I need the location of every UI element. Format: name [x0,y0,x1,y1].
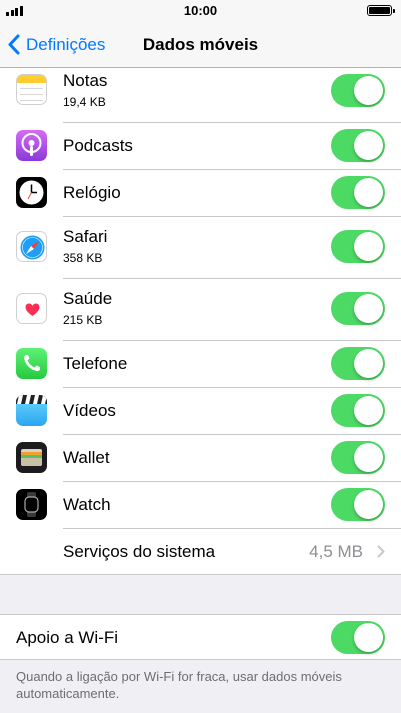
app-row-watch: Watch [0,481,401,528]
toggle-saude[interactable] [331,292,385,325]
videos-icon [16,395,47,426]
notes-icon [16,74,47,105]
safari-icon [16,231,47,262]
app-row-notas: Notas 19,4 KB [0,68,401,122]
wifi-assist-description: Quando a ligação por Wi-Fi for fraca, us… [16,669,342,701]
toggle-notas[interactable] [331,74,385,107]
status-bar: 10:00 [0,0,401,22]
app-row-podcasts: Podcasts [0,122,401,169]
clock-icon [16,177,47,208]
system-services-size: 4,5 MB [309,542,363,561]
phone-icon [16,348,47,379]
app-row-wallet: Wallet [0,434,401,481]
app-name: Telefone [63,354,128,373]
chevron-right-icon [377,545,385,558]
toggle-videos[interactable] [331,394,385,427]
app-name: Watch [63,495,111,514]
app-data-size: 358 KB [63,251,103,265]
toggle-watch[interactable] [331,488,385,521]
status-time: 10:00 [183,3,218,18]
app-name: Saúde [63,289,113,308]
battery-icon [367,5,395,16]
app-row-videos: Vídeos [0,387,401,434]
podcasts-icon [16,130,47,161]
app-name: Notas [63,71,108,90]
navigation-bar: Definições Dados móveis [0,22,401,68]
app-row-telefone: Telefone [0,340,401,387]
wifi-assist-label: Apoio a Wi-Fi [16,628,119,647]
app-name: Podcasts [63,136,133,155]
toggle-safari[interactable] [331,230,385,263]
toggle-wifi-assist[interactable] [331,621,385,654]
toggle-wallet[interactable] [331,441,385,474]
wallet-icon [16,442,47,473]
toggle-relogio[interactable] [331,176,385,209]
screen: 10:00 Definições Dados móveis Notas 19,4… [0,0,401,713]
system-services-label: Serviços do sistema [63,542,216,561]
app-data-size: 215 KB [63,313,103,327]
system-services-row[interactable]: Serviços do sistema 4,5 MB [0,528,401,575]
app-list: Notas 19,4 KB Podcasts Relógio Safari 35… [0,68,401,575]
app-row-saude: Saúde 215 KB [0,278,401,340]
app-data-size: 19,4 KB [63,95,106,109]
app-name: Vídeos [63,401,116,420]
toggle-telefone[interactable] [331,347,385,380]
wifi-assist-row: Apoio a Wi-Fi [0,614,401,660]
app-name: Relógio [63,183,121,202]
health-icon [16,293,47,324]
watch-icon [16,489,47,520]
app-name: Safari [63,227,108,246]
app-row-safari: Safari 358 KB [0,216,401,278]
page-title: Dados móveis [142,35,259,54]
app-row-relogio: Relógio [0,169,401,216]
app-name: Wallet [63,448,110,467]
toggle-podcasts[interactable] [331,129,385,162]
